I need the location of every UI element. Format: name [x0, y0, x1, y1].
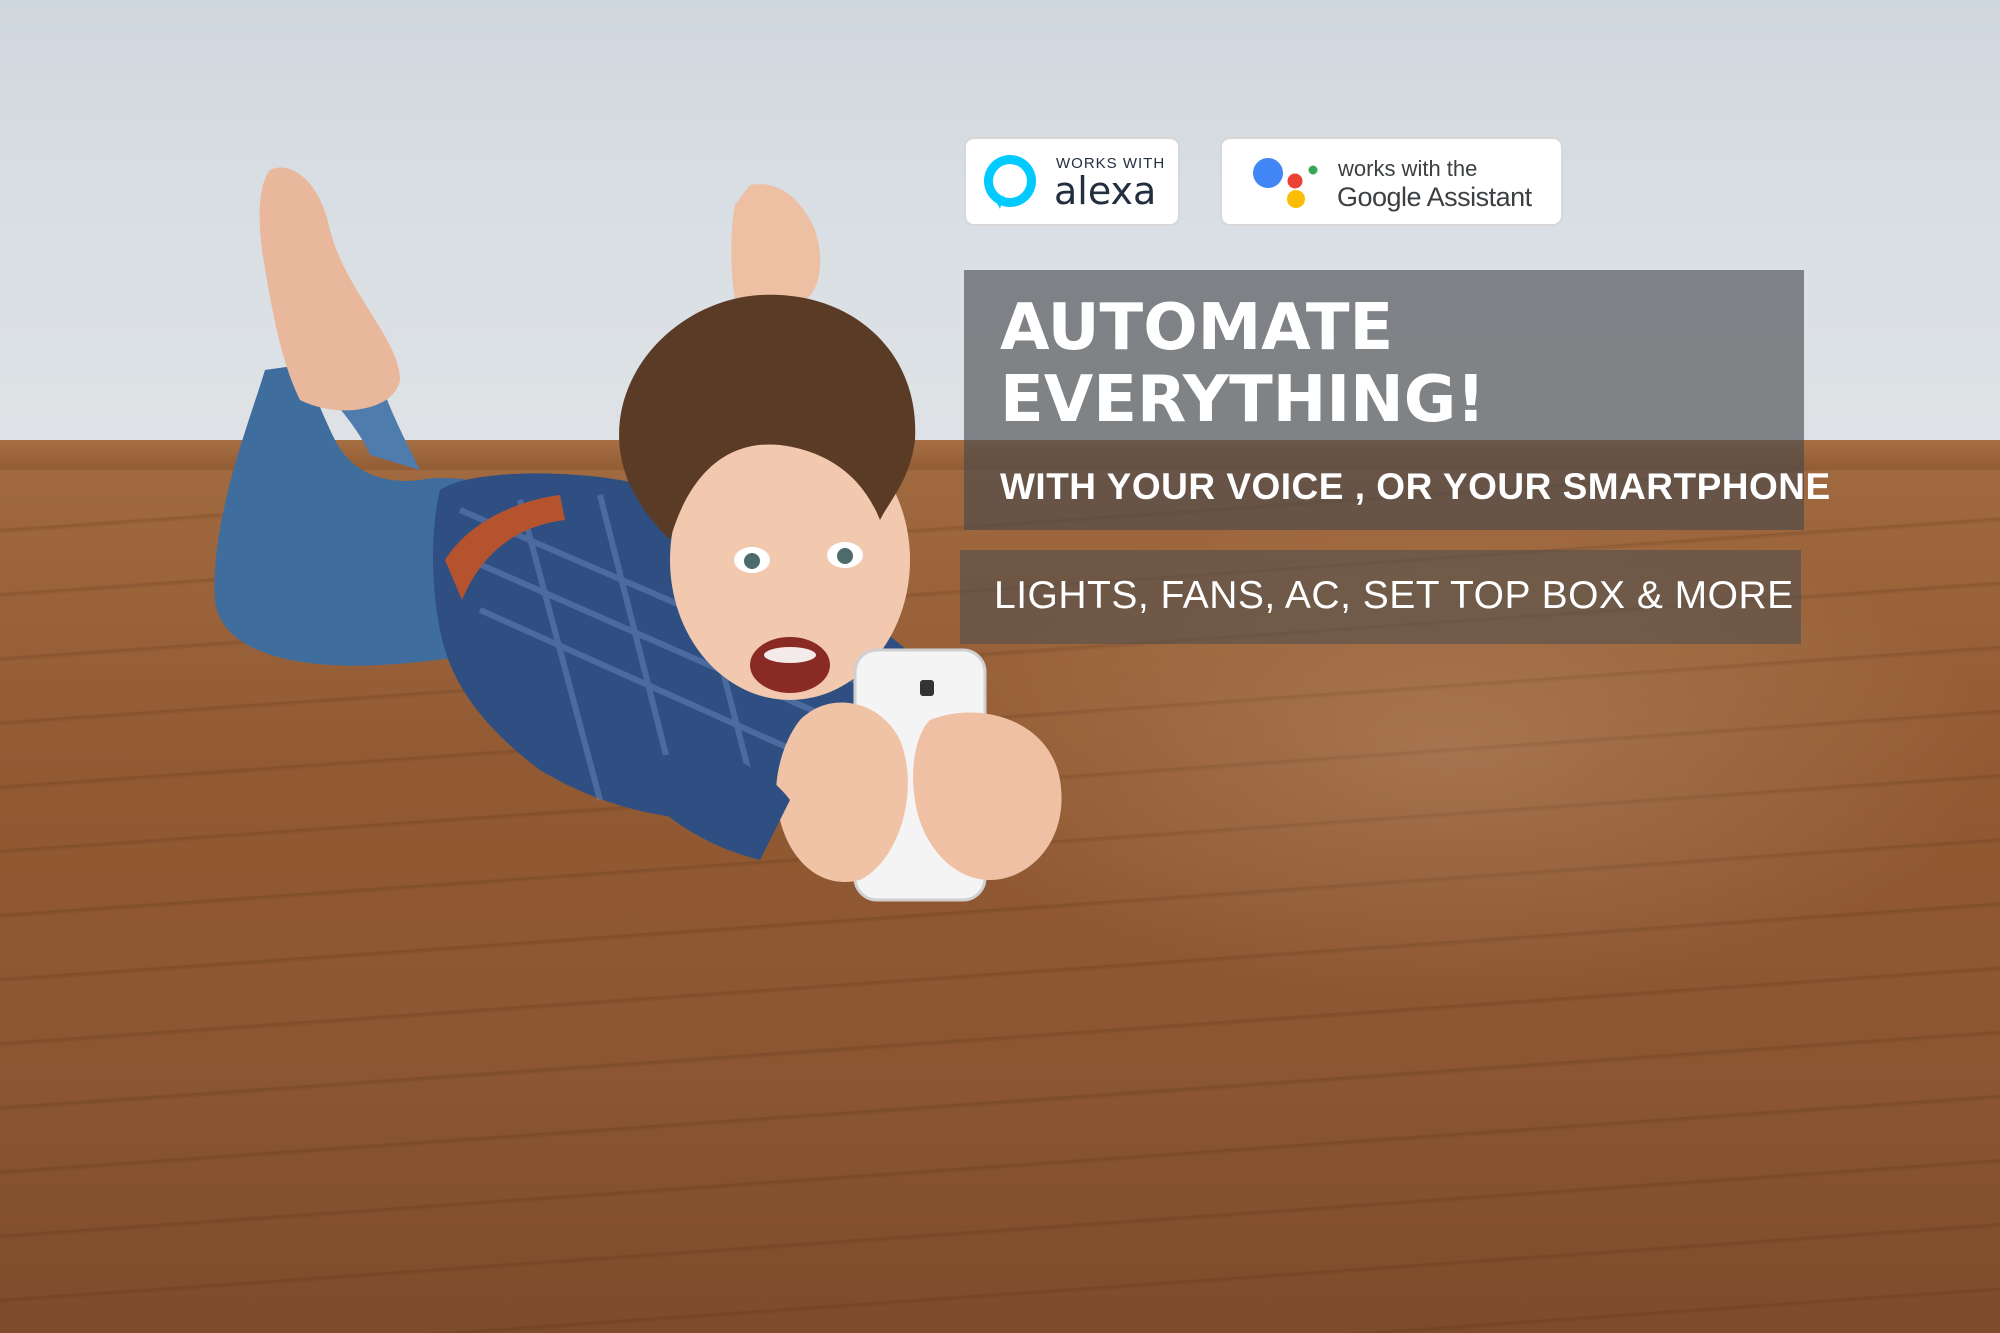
google-badge-line2: Google Assistant [1337, 182, 1532, 212]
alexa-logo-icon [984, 155, 1036, 209]
features-text: LIGHTS, FANS, AC, SET TOP BOX & MORE [994, 574, 1794, 617]
works-with-google-assistant-badge: works with the Google Assistant [1220, 137, 1563, 226]
features-panel: LIGHTS, FANS, AC, SET TOP BOX & MORE [960, 550, 1801, 644]
alexa-badge-wordmark: alexa [1054, 169, 1157, 213]
google-badge-line1: works with the [1338, 156, 1478, 181]
open-mouth [750, 637, 830, 693]
subheadline: WITH YOUR VOICE , OR YOUR SMARTPHONE [1000, 466, 1831, 507]
google-assistant-logo-icon [1253, 158, 1318, 208]
works-with-alexa-badge: WORKS WITH alexa [964, 137, 1180, 226]
right-foot [731, 184, 821, 300]
headline-line2: EVERYTHING! [1000, 363, 1486, 437]
headline-panel: AUTOMATE EVERYTHING! WITH YOUR VOICE , O… [964, 270, 1830, 530]
headline-line1: AUTOMATE [1000, 291, 1394, 365]
headline: AUTOMATE EVERYTHING! [1000, 292, 1780, 436]
